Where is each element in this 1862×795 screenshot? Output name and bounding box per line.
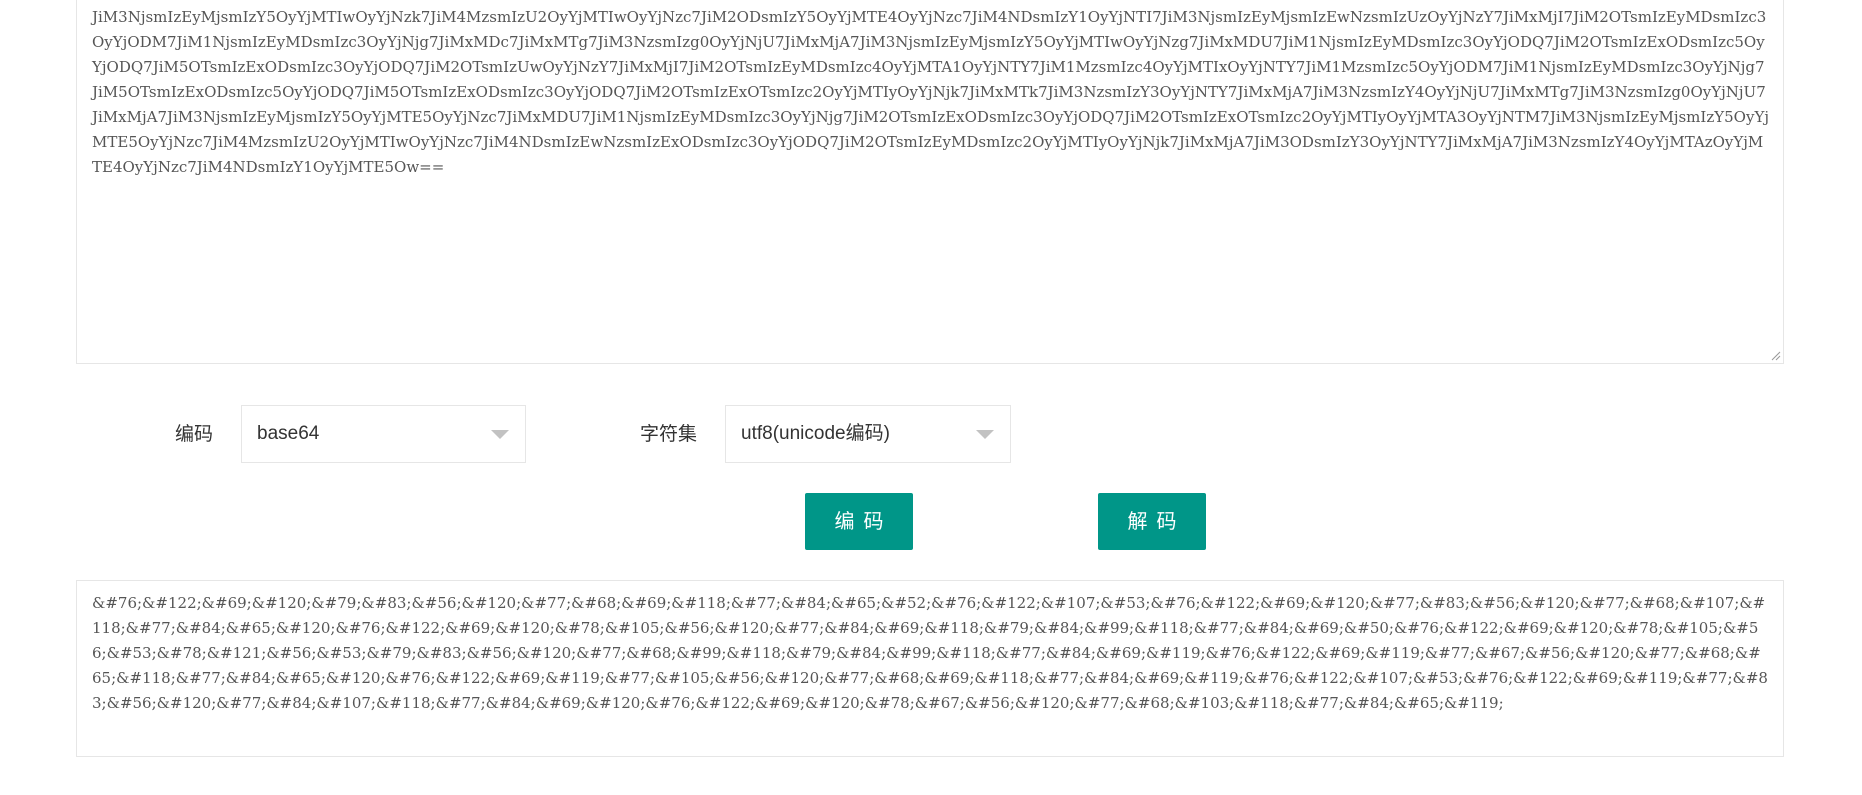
chevron-down-icon xyxy=(976,430,994,439)
decode-button[interactable]: 解码 xyxy=(1098,493,1206,550)
charset-selected-value: utf8(unicode编码) xyxy=(741,423,890,444)
result-output[interactable]: &#76;&#122;&#69;&#120;&#79;&#83;&#56;&#1… xyxy=(76,580,1784,757)
resize-grip-icon[interactable] xyxy=(1769,349,1781,361)
encode-button[interactable]: 编码 xyxy=(805,493,913,550)
charset-select[interactable]: utf8(unicode编码) xyxy=(725,405,1011,463)
options-row: 编码 base64 字符集 utf8(unicode编码) xyxy=(0,405,1862,463)
result-text: &#76;&#122;&#69;&#120;&#79;&#83;&#56;&#1… xyxy=(92,594,1768,712)
source-text: JiM3NjsmIzEyMjsmIzY5OyYjMTIwOyYjNzk7JiM4… xyxy=(92,8,1770,176)
encoding-label: 编码 xyxy=(175,423,214,445)
charset-label: 字符集 xyxy=(640,423,698,445)
chevron-down-icon xyxy=(491,430,509,439)
encoding-select[interactable]: base64 xyxy=(241,405,526,463)
source-textarea[interactable]: JiM3NjsmIzEyMjsmIzY5OyYjMTIwOyYjNzk7JiM4… xyxy=(76,0,1784,364)
encoding-selected-value: base64 xyxy=(257,423,320,444)
